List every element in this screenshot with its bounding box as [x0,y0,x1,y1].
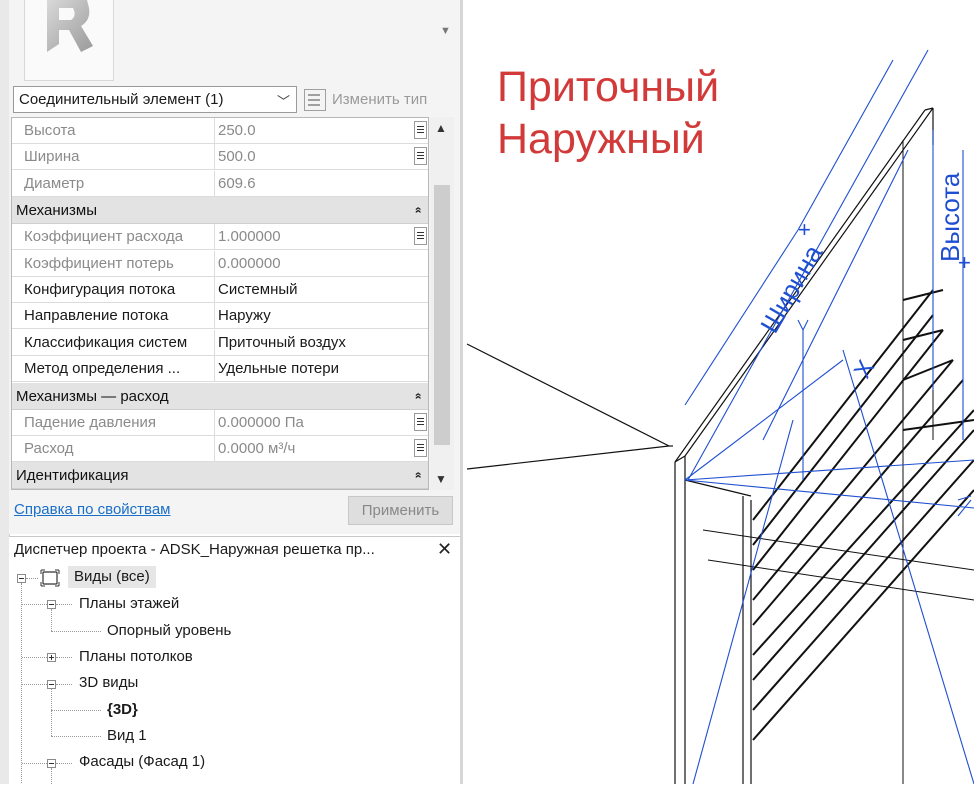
tree-node-3d-default[interactable]: {3D} [107,699,138,721]
associate-parameter-button[interactable] [414,227,427,246]
edit-type-icon [304,88,326,111]
type-selector[interactable]: Соединительный элемент (1) ﹀ [13,86,297,113]
scroll-down-icon[interactable]: ▼ [435,472,447,486]
scroll-up-icon[interactable]: ▲ [435,121,447,135]
property-name: Конфигурация потока [12,277,215,302]
view-annotation-line2: Наружный [497,115,705,163]
axis-x-label: X [849,356,880,383]
property-value[interactable]: 1.000000 [215,224,413,249]
property-value[interactable]: Приточный воздух [215,330,413,355]
property-row[interactable]: Высота 250.0 [12,118,428,144]
collapse-toggle-views[interactable] [17,574,26,583]
type-preview-image [24,0,114,81]
property-name: Расход [12,436,215,461]
property-row[interactable]: Коэффициент расхода 1.000000 [12,224,428,251]
property-row[interactable]: Расход 0.0000 м³/ч [12,436,428,462]
property-group-header[interactable]: Механизмы » [12,197,428,225]
property-row[interactable]: Направление потока Наружу [12,303,428,330]
associate-parameter-button[interactable] [414,147,427,166]
property-group-header[interactable]: Механизмы — расход » [12,382,428,410]
property-value[interactable]: 250.0 [215,118,413,143]
tree-node-floor-plans[interactable]: Планы этажей [79,593,179,615]
property-value[interactable]: 0.000000 [215,251,413,276]
associate-parameter-button[interactable] [414,439,427,457]
property-row[interactable]: Ширина 500.0 [12,144,428,171]
associate-parameter-button[interactable] [414,121,427,139]
collapse-group-icon[interactable]: » [410,472,424,479]
property-name: Коэффициент расхода [12,224,215,250]
property-value[interactable]: 0.0000 м³/ч [215,436,413,461]
property-group-header[interactable]: Идентификация » [12,462,428,489]
property-name: Ширина [12,144,215,170]
property-name: Высота [12,118,215,143]
property-row[interactable]: Конфигурация потока Системный [12,277,428,303]
property-value[interactable]: 500.0 [215,144,413,169]
property-value[interactable]: Системный [215,277,413,302]
view-annotation-line1: Приточный [497,63,720,111]
type-dropdown-arrow-icon[interactable]: ▼ [440,25,451,37]
collapse-group-icon[interactable]: » [410,392,424,399]
views-root-icon [40,569,60,587]
tree-node-elevations[interactable]: Фасады (Фасад 1) [79,751,205,773]
property-group-title: Идентификация [16,467,129,485]
properties-grid: Высота 250.0 Ширина 500.0 Диаметр 609.6 Механи… [11,117,429,490]
property-row[interactable]: Классификация систем Приточный воздух [12,329,428,356]
property-group-title: Механизмы [16,202,97,220]
dimension-grip-icon[interactable]: + [798,217,811,242]
property-name: Метод определения ... [12,356,215,382]
expand-toggle-ceiling-plans[interactable] [47,653,56,662]
property-name: Падение давления [12,409,215,435]
property-value[interactable]: Удельные потери [215,356,413,381]
property-row[interactable]: Метод определения ... Удельные потери [12,356,428,383]
type-selector-label: Соединительный элемент (1) [19,91,224,108]
chevron-down-icon: ﹀ [276,94,290,109]
edit-type-button[interactable]: Изменить тип [304,86,454,113]
dimension-grip-icon-2[interactable]: + [958,250,971,275]
property-value[interactable]: 609.6 [215,171,413,196]
edit-type-label: Изменить тип [332,91,428,108]
properties-scrollbar[interactable]: ▲ ▼ [430,117,454,490]
tree-node-3d-views[interactable]: 3D виды [79,672,138,694]
property-name: Диаметр [12,170,215,196]
collapse-toggle-floor-plans[interactable] [47,600,56,609]
width-dimension-label: Ширина [754,239,828,338]
tree-node-view-1[interactable]: Вид 1 [107,725,147,747]
associate-parameter-button[interactable] [414,412,427,431]
tree-node-ref-level[interactable]: Опорный уровень [107,620,231,642]
property-row[interactable]: Падение давления 0.000000 Па [12,409,428,436]
apply-button[interactable]: Применить [348,496,453,525]
collapse-toggle-elevations[interactable] [47,759,56,768]
property-name: Направление потока [12,303,215,329]
tree-node-views-all[interactable]: Виды (все) [68,566,156,588]
revit-logo-icon [47,0,93,52]
property-name: Коэффициент потерь [12,250,215,276]
close-icon[interactable]: ✕ [437,539,452,560]
collapse-toggle-3d-views[interactable] [47,680,56,689]
scrollbar-thumb[interactable] [434,185,450,445]
project-browser-title: Диспетчер проекта - ADSK_Наружная решетк… [14,541,375,558]
tree-node-ceiling-plans[interactable]: Планы потолков [79,646,193,668]
property-value[interactable]: Наружу [215,303,413,328]
height-dimension-label: Высота [935,172,965,262]
property-value[interactable]: 0.000000 Па [215,410,413,435]
property-name: Классификация систем [12,329,215,355]
property-group-title: Механизмы — расход [16,387,169,405]
property-row[interactable]: Коэффициент потерь 0.000000 [12,250,428,277]
property-row[interactable]: Диаметр 609.6 [12,170,428,197]
properties-help-link[interactable]: Справка по свойствам [14,501,171,518]
collapse-group-icon[interactable]: » [410,207,424,214]
